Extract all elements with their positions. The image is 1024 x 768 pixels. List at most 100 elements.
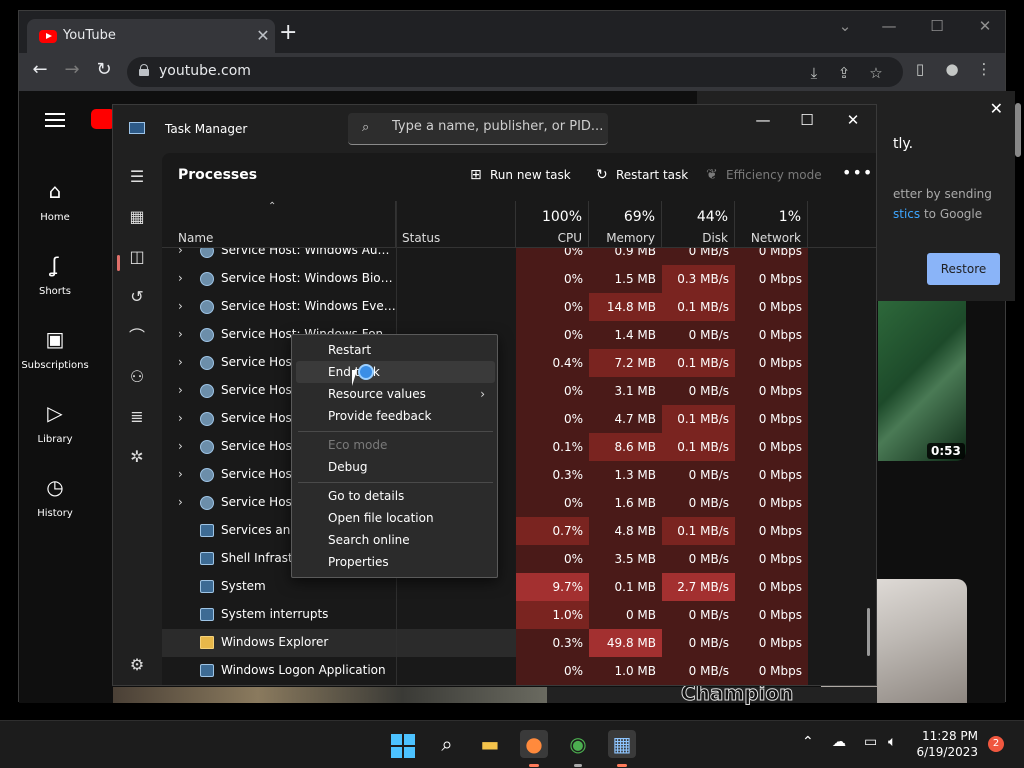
yt-nav-home[interactable]: ⌂ Home [19,179,91,224]
expand-chevron-icon[interactable]: › [178,248,183,257]
restore-button[interactable]: Restore [927,253,1000,285]
yt-nav-subscriptions[interactable]: ▣ Subscriptions [19,327,91,372]
column-label: Name [178,231,214,245]
users-icon[interactable]: ⚇ [125,365,149,389]
expand-chevron-icon[interactable]: › [178,495,183,509]
volume-icon[interactable]: 🔈︎ [888,734,896,750]
expand-chevron-icon[interactable]: › [178,467,183,481]
menu-item-provide-feedback[interactable]: Provide feedback [292,405,497,427]
column-header-network[interactable]: 1% Network [735,201,808,247]
reload-icon[interactable]: ↻ [91,59,117,80]
process-row[interactable]: › Service Host: Windows Event ... 0% 14.8 M… [162,293,808,321]
tab-strip: YouTube ✕ + ⌄ — ☐ ✕ [19,11,1005,53]
expand-chevron-icon[interactable]: › [178,383,183,397]
processes-icon[interactable]: ▦ [125,205,149,229]
efficiency-mode-button[interactable]: ❦ Efficiency mode [706,167,822,183]
banner-close-icon[interactable]: ✕ [990,99,1003,118]
services-icon[interactable]: ✲ [125,445,149,469]
new-tab-icon[interactable]: + [279,22,297,44]
profile-icon[interactable]: ● [941,60,963,78]
expand-chevron-icon[interactable]: › [178,299,183,313]
share-icon[interactable]: ⇪ [833,64,855,82]
more-options-icon[interactable]: ••• [842,163,873,182]
process-list-scrollbar[interactable] [867,608,870,656]
settings-gear-icon[interactable]: ⚙ [125,653,149,677]
memory-cell: 1.5 MB [589,265,662,293]
network-icon[interactable]: ▭ [864,734,877,750]
close-icon[interactable]: ✕ [833,111,873,129]
service-gear-icon [200,272,214,286]
details-icon[interactable]: ≣ [125,405,149,429]
cpu-cell: 0.1% [516,433,589,461]
banner-link[interactable]: stics [893,207,920,221]
close-window-icon[interactable]: ✕ [965,17,1005,35]
video-thumbnail[interactable] [878,291,966,461]
process-search-box[interactable]: ⌕ [348,113,608,145]
column-header-disk[interactable]: 44% Disk [662,201,735,247]
expand-chevron-icon[interactable]: › [178,355,183,369]
column-header-cpu[interactable]: 100% CPU [516,201,589,247]
process-row[interactable]: › Service Host: Windows Audio ... 0% 0.9 MB… [162,248,808,265]
menu-item-open-file-location[interactable]: Open file location [292,507,497,529]
expand-chevron-icon[interactable]: › [178,271,183,285]
notification-badge[interactable]: 2 [988,736,1004,752]
process-row[interactable]: System interrupts 1.0% 0 MB 0 MB/s 0 Mbps [162,601,808,629]
tab-close-icon[interactable]: ✕ [253,26,273,45]
expand-chevron-icon[interactable]: › [178,411,183,425]
file-explorer-icon[interactable]: ▬ [476,730,504,758]
process-row[interactable]: Windows Explorer 0.3% 49.8 MB 0 MB/s 0 Mbps [162,629,808,657]
task-manager-titlebar[interactable]: Task Manager ⌕ — ☐ ✕ [113,105,876,153]
menu-item-restart[interactable]: Restart [292,339,497,361]
minimize-icon[interactable]: — [743,111,783,129]
minimize-icon[interactable]: — [869,17,909,35]
tray-overflow-chevron-icon[interactable]: ⌃ [802,734,814,750]
menu-item-resource-values[interactable]: Resource values › [292,383,497,405]
forward-icon[interactable]: → [59,59,85,80]
firefox-icon[interactable]: ● [520,730,548,758]
bookmark-star-icon[interactable]: ☆ [865,64,887,82]
run-new-task-button[interactable]: ⊞ Run new task [470,167,571,183]
task-manager-taskbar-icon[interactable]: ▦ [608,730,636,758]
maximize-icon[interactable]: ☐ [917,17,957,35]
expand-chevron-icon[interactable]: › [178,439,183,453]
menu-item-debug[interactable]: Debug [292,456,497,478]
restart-task-button[interactable]: ↻ Restart task [596,167,688,183]
yt-nav-shorts[interactable]: ʆ Shorts [19,253,91,298]
install-app-icon[interactable]: ⤓ [803,64,825,82]
hamburger-menu-icon[interactable]: ☰ [125,165,149,189]
side-panel-icon[interactable]: ▯ [909,60,931,78]
search-icon[interactable]: ⌕ [433,730,461,758]
column-label: Status [402,231,441,245]
video-thumbnail[interactable] [113,687,547,703]
performance-icon[interactable]: ◫ [125,245,149,269]
yt-nav-history[interactable]: ◷ History [19,475,91,520]
page-scrollbar[interactable] [1015,103,1021,157]
chrome-icon[interactable]: ◉ [564,730,592,758]
column-header-name[interactable]: Name [162,201,396,247]
menu-item-eco-mode[interactable]: Eco mode [292,434,497,456]
column-header-status[interactable]: Status [396,201,516,247]
menu-item-properties[interactable]: Properties [292,551,497,573]
yt-nav-library[interactable]: ▷ Library [19,401,91,446]
process-search-input[interactable] [392,119,602,134]
tab-search-chevron-icon[interactable]: ⌄ [825,17,865,35]
process-row[interactable]: Windows Logon Application 0% 1.0 MB 0 MB/s 0… [162,657,808,685]
cloud-offline-icon[interactable]: ☁ [832,734,846,750]
app-history-icon[interactable]: ↺ [125,285,149,309]
menu-item-go-to-details[interactable]: Go to details [292,485,497,507]
menu-kebab-icon[interactable]: ⋮ [973,60,995,78]
network-cell: 0 Mbps [735,293,808,321]
taskbar-clock[interactable]: 11:28 PM 6/19/2023 [916,728,978,760]
menu-item-end-task[interactable]: End task [296,361,495,383]
maximize-icon[interactable]: ☐ [787,111,827,129]
address-bar[interactable]: youtube.com ⤓ ⇪ ☆ [127,57,903,87]
start-windows-icon[interactable] [391,734,415,758]
tab-youtube[interactable]: YouTube ✕ [27,19,275,53]
expand-chevron-icon[interactable]: › [178,327,183,341]
back-icon[interactable]: ← [27,59,53,80]
youtube-menu-icon[interactable] [45,113,65,127]
startup-apps-icon[interactable]: ⌒ [125,325,149,349]
column-header-memory[interactable]: 69% Memory [589,201,662,247]
menu-item-search-online[interactable]: Search online [292,529,497,551]
process-row[interactable]: › Service Host: Windows Biome... 0% 1.5 MB 0… [162,265,808,293]
